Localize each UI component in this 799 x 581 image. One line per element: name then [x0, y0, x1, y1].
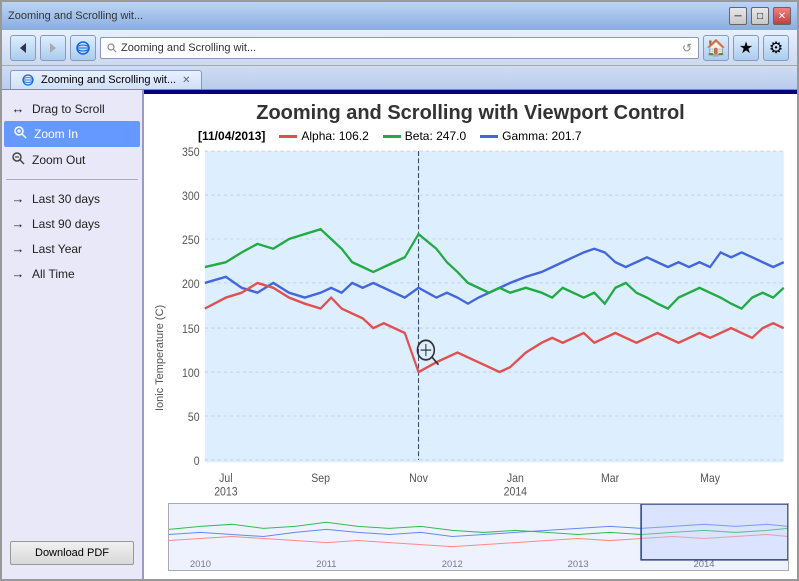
settings-button[interactable]: ⚙ [763, 35, 789, 61]
svg-text:200: 200 [182, 278, 200, 291]
svg-text:Sep: Sep [311, 472, 330, 485]
content-area: ↔ Drag to Scroll Zoom In Zoom Out → Last… [2, 90, 797, 579]
main-area: Zooming and Scrolling with Viewport Cont… [144, 90, 797, 579]
minimize-button[interactable]: ─ [729, 7, 747, 25]
chart-legend: [11/04/2013] Alpha: 106.2 Beta: 247.0 Ga… [198, 129, 789, 143]
tab-close-button[interactable]: ✕ [182, 75, 190, 86]
tab-label: Zooming and Scrolling wit... [41, 74, 176, 86]
y-axis-label: Ionic Temperature (C) [152, 145, 168, 571]
sidebar-label-drag: Drag to Scroll [32, 102, 105, 116]
svg-text:350: 350 [182, 146, 200, 159]
sidebar-divider-1 [6, 179, 138, 180]
sidebar-label-last30: Last 30 days [32, 192, 100, 206]
sidebar-item-last-90[interactable]: → Last 90 days [2, 211, 142, 236]
search-icon [107, 43, 117, 53]
refresh-icon[interactable]: ↺ [682, 41, 692, 55]
svg-text:100: 100 [182, 367, 200, 380]
main-chart[interactable]: 350 300 250 200 150 100 50 0 Jul 2013 [168, 145, 789, 499]
chart-title: Zooming and Scrolling with Viewport Cont… [152, 102, 789, 125]
svg-text:0: 0 [194, 455, 200, 468]
browser-frame: Zooming and Scrolling wit... ─ □ ✕ Zoomi… [0, 0, 799, 581]
close-button[interactable]: ✕ [773, 7, 791, 25]
sidebar: ↔ Drag to Scroll Zoom In Zoom Out → Last… [2, 90, 144, 579]
address-bar[interactable]: Zooming and Scrolling wit... ↺ [100, 37, 699, 59]
zoom-in-icon [12, 126, 28, 142]
mini-chart[interactable]: 2010 2011 2012 2013 2014 [168, 503, 789, 571]
svg-text:Jan: Jan [507, 472, 524, 485]
legend-gamma-color [480, 135, 498, 138]
svg-text:2013: 2013 [568, 559, 589, 569]
sidebar-label-zoom-out: Zoom Out [32, 153, 85, 167]
sidebar-item-last-30[interactable]: → Last 30 days [2, 186, 142, 211]
svg-text:300: 300 [182, 190, 200, 203]
sidebar-spacer [2, 286, 142, 533]
title-bar: Zooming and Scrolling wit... ─ □ ✕ [2, 2, 797, 30]
svg-text:Nov: Nov [409, 472, 428, 485]
nav-bar: Zooming and Scrolling wit... ↺ 🏠 ★ ⚙ [2, 30, 797, 66]
chart-container: Zooming and Scrolling with Viewport Cont… [144, 94, 797, 579]
svg-text:250: 250 [182, 234, 200, 247]
arrow-icon-2: → [10, 216, 26, 231]
sidebar-item-last-year[interactable]: → Last Year [2, 236, 142, 261]
svg-text:2013: 2013 [214, 486, 237, 499]
legend-beta: Beta: 247.0 [383, 129, 466, 143]
tab-bar: Zooming and Scrolling wit... ✕ [2, 66, 797, 90]
sidebar-label-last90: Last 90 days [32, 217, 100, 231]
main-chart-svg: 350 300 250 200 150 100 50 0 Jul 2013 [168, 145, 789, 499]
window-title: Zooming and Scrolling wit... [8, 10, 143, 22]
svg-text:2012: 2012 [442, 559, 463, 569]
svg-text:May: May [700, 472, 720, 485]
forward-button[interactable] [40, 35, 66, 61]
legend-gamma: Gamma: 201.7 [480, 129, 581, 143]
sidebar-label-lastyear: Last Year [32, 242, 82, 256]
svg-text:Jul: Jul [219, 472, 232, 485]
svg-text:150: 150 [182, 323, 200, 336]
mini-chart-svg: 2010 2011 2012 2013 2014 [169, 504, 788, 570]
legend-alpha-label: Alpha: 106.2 [301, 129, 368, 143]
chart-svg-area: 350 300 250 200 150 100 50 0 Jul 2013 [168, 145, 789, 571]
arrow-icon-4: → [10, 266, 26, 281]
sidebar-label-zoom-in: Zoom In [34, 127, 78, 141]
legend-beta-label: Beta: 247.0 [405, 129, 466, 143]
svg-text:2011: 2011 [316, 559, 336, 569]
legend-beta-color [383, 135, 401, 138]
favorites-button[interactable]: ★ [733, 35, 759, 61]
svg-text:2010: 2010 [190, 559, 211, 569]
drag-scroll-icon: ↔ [10, 101, 26, 116]
sidebar-item-drag-to-scroll[interactable]: ↔ Drag to Scroll [2, 96, 142, 121]
chart-date-label: [11/04/2013] [198, 129, 265, 143]
zoom-out-icon [10, 152, 26, 168]
arrow-icon-3: → [10, 241, 26, 256]
download-pdf-button[interactable]: Download PDF [10, 541, 134, 565]
svg-text:2014: 2014 [504, 486, 527, 499]
legend-alpha-color [279, 135, 297, 138]
window-controls: ─ □ ✕ [729, 7, 791, 25]
address-text: Zooming and Scrolling wit... [121, 42, 678, 54]
sidebar-item-all-time[interactable]: → All Time [2, 261, 142, 286]
tab-icon [21, 73, 35, 87]
ie-icon [70, 35, 96, 61]
home-button[interactable]: 🏠 [703, 35, 729, 61]
arrow-icon-1: → [10, 191, 26, 206]
back-button[interactable] [10, 35, 36, 61]
legend-alpha: Alpha: 106.2 [279, 129, 368, 143]
chart-body: Ionic Temperature (C) [152, 145, 789, 571]
sidebar-item-zoom-out[interactable]: Zoom Out [2, 147, 142, 173]
active-tab[interactable]: Zooming and Scrolling wit... ✕ [10, 70, 202, 89]
svg-text:Mar: Mar [601, 472, 619, 485]
maximize-button[interactable]: □ [751, 7, 769, 25]
sidebar-item-zoom-in[interactable]: Zoom In [4, 121, 140, 147]
svg-text:50: 50 [188, 411, 200, 424]
legend-gamma-label: Gamma: 201.7 [502, 129, 581, 143]
sidebar-label-alltime: All Time [32, 267, 75, 281]
